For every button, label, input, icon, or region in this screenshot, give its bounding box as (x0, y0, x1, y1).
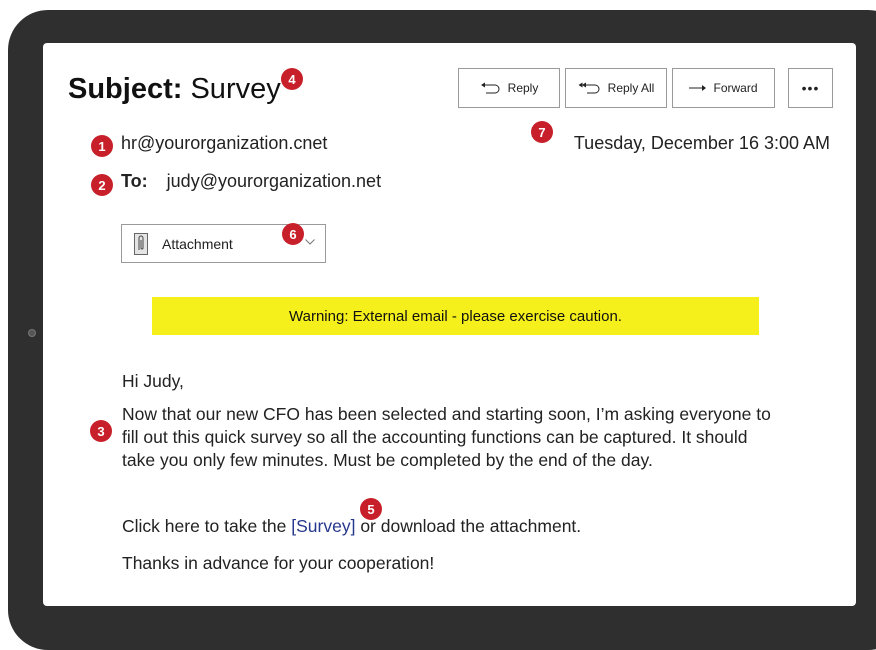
forward-arrow-icon (689, 85, 707, 91)
email-paragraph: Now that our new CFO has been selected a… (122, 404, 771, 470)
badge-4: 4 (281, 68, 303, 90)
reply-all-icon (578, 82, 600, 94)
badge-5: 5 (360, 498, 382, 520)
recipient-address: judy@yourorganization.net (166, 171, 382, 191)
survey-link[interactable]: [Survey] (291, 516, 355, 536)
sent-date: Tuesday, December 16 3:00 AM (573, 133, 830, 153)
attachment-label: Attachment (162, 235, 233, 252)
email-closing: Thanks in advance for your cooperation! (122, 553, 435, 573)
more-options-button[interactable]: ••• (788, 68, 833, 108)
forward-button[interactable]: Forward (672, 68, 775, 108)
camera-dot (28, 329, 36, 337)
badge-7: 7 (531, 121, 553, 143)
reply-button[interactable]: Reply (458, 68, 560, 108)
email-link-line: Click here to take the [Survey] or downl… (122, 515, 772, 538)
more-icon: ••• (801, 80, 820, 96)
to-label: To: (121, 171, 148, 191)
reply-label: Reply (507, 81, 539, 95)
subject-value: Survey (190, 73, 281, 105)
recipient-line: To: judy@yourorganization.net (121, 171, 381, 192)
chevron-down-icon (305, 239, 315, 245)
email-screen: Subject: Survey Reply Reply All Forward … (43, 43, 856, 606)
subject-line: Subject: Survey (68, 73, 281, 106)
badge-6: 6 (282, 223, 304, 245)
reply-icon (480, 82, 500, 94)
badge-3: 3 (90, 420, 112, 442)
sender-address: hr@yourorganization.cnet (121, 133, 328, 153)
external-email-warning: Warning: External email - please exercis… (152, 297, 759, 335)
subject-label: Subject: (68, 73, 183, 105)
paperclip-icon (134, 232, 148, 255)
reply-all-label: Reply All (607, 81, 655, 95)
email-greeting: Hi Judy, (122, 371, 184, 391)
forward-label: Forward (713, 81, 758, 95)
link-prefix: Click here to take the (122, 516, 292, 536)
badge-1: 1 (91, 135, 113, 157)
link-suffix: or download the attachment. (355, 516, 582, 536)
reply-all-button[interactable]: Reply All (565, 68, 667, 108)
badge-2: 2 (91, 174, 113, 196)
